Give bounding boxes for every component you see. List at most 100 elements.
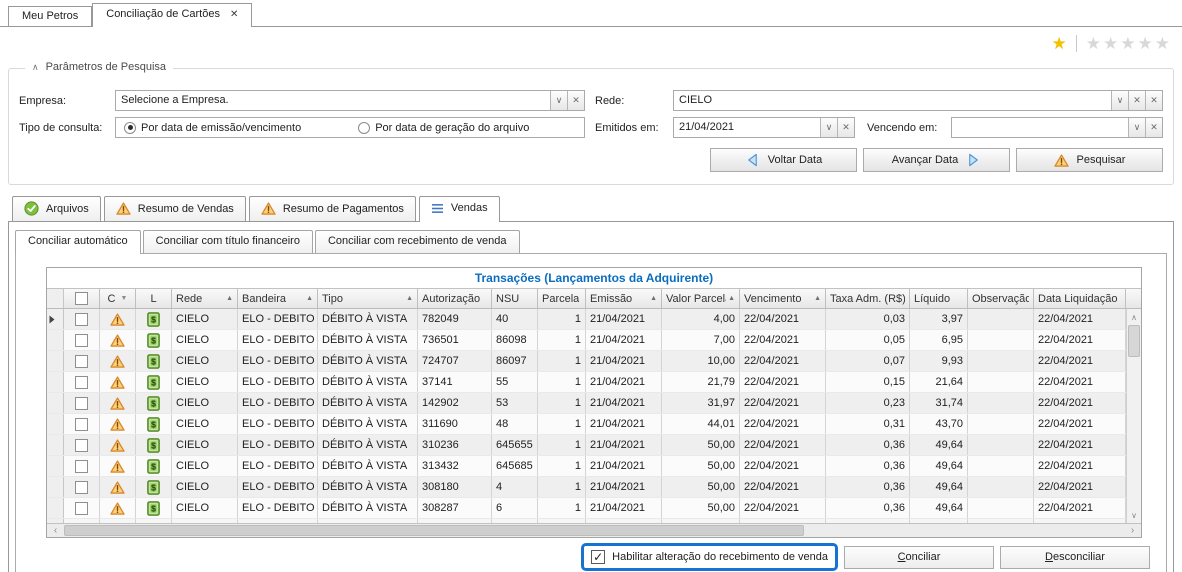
- dropdown-icon[interactable]: ∨: [1111, 91, 1128, 110]
- tab-arquivos[interactable]: Arquivos: [12, 196, 101, 221]
- column-header-autorizacao[interactable]: Autorização: [418, 289, 492, 308]
- cell-select[interactable]: [64, 309, 100, 329]
- cell-select[interactable]: [64, 456, 100, 476]
- row-checkbox[interactable]: [75, 460, 88, 473]
- cell-rede: CIELO: [172, 372, 238, 392]
- table-row[interactable]: $CIELOELO - DEBITODÉBITO À VISTA78204940…: [47, 309, 1126, 330]
- cell-select[interactable]: [64, 351, 100, 371]
- tab-conciliar-automatico[interactable]: Conciliar automático: [15, 230, 141, 254]
- cell-select[interactable]: [64, 498, 100, 518]
- vencendo-date-picker[interactable]: ∨ ✕: [951, 117, 1163, 138]
- table-row[interactable]: $CIELOELO - DEBITODÉBITO À VISTA14290253…: [47, 393, 1126, 414]
- column-header-parcela[interactable]: Parcela: [538, 289, 586, 308]
- rede-combo[interactable]: CIELO ∨ ✕ ✕: [673, 90, 1163, 111]
- hscroll-track[interactable]: [804, 524, 1124, 537]
- hscroll-thumb[interactable]: [64, 525, 804, 536]
- cell-select[interactable]: [64, 393, 100, 413]
- tab-resumo-pagamentos[interactable]: Resumo de Pagamentos: [249, 196, 416, 221]
- row-checkbox[interactable]: [75, 334, 88, 347]
- tab-resumo-vendas[interactable]: Resumo de Vendas: [104, 196, 246, 221]
- pesquisar-button[interactable]: Pesquisar: [1016, 148, 1163, 172]
- column-header-rede[interactable]: Rede▲: [172, 289, 238, 308]
- scroll-down-icon[interactable]: ∨: [1127, 507, 1141, 523]
- column-header-valor_parcela[interactable]: Valor Parcela▲: [662, 289, 740, 308]
- vscroll-track[interactable]: [1127, 357, 1141, 507]
- dropdown-icon[interactable]: ∨: [1128, 118, 1145, 137]
- emitidos-date-picker[interactable]: 21/04/2021 ∨ ✕: [673, 117, 855, 138]
- table-row[interactable]: $CIELOELO - DEBITODÉBITO À VISTA31343264…: [47, 456, 1126, 477]
- dropdown-icon[interactable]: ∨: [550, 91, 567, 110]
- desconciliar-button[interactable]: Desconciliar: [1000, 546, 1150, 569]
- cell-select[interactable]: [64, 330, 100, 350]
- column-header-observacao[interactable]: Observação: [968, 289, 1034, 308]
- column-header-vencimento[interactable]: Vencimento▲: [740, 289, 826, 308]
- column-header-emissao[interactable]: Emissão▲: [586, 289, 662, 308]
- row-checkbox[interactable]: [75, 481, 88, 494]
- table-row[interactable]: $CIELOELO - DEBITODÉBITO À VISTA30828761…: [47, 498, 1126, 519]
- scroll-left-icon[interactable]: ‹: [47, 524, 64, 537]
- row-checkbox[interactable]: [75, 439, 88, 452]
- radio-por-geracao[interactable]: Por data de geração do arquivo: [358, 122, 529, 134]
- scroll-up-icon[interactable]: ∧: [1127, 309, 1141, 325]
- row-checkbox[interactable]: [75, 376, 88, 389]
- voltar-data-button[interactable]: Voltar Data: [710, 148, 857, 172]
- tab-vendas[interactable]: Vendas: [419, 196, 500, 222]
- column-header-nsu[interactable]: NSU: [492, 289, 538, 308]
- radio-por-emissao[interactable]: Por data de emissão/vencimento: [124, 122, 301, 134]
- row-checkbox[interactable]: [75, 502, 88, 515]
- column-header-c[interactable]: C▼: [100, 289, 136, 308]
- table-row[interactable]: $CIELOELO - DEBITODÉBITO À VISTA31169048…: [47, 414, 1126, 435]
- tab-conciliar-recebimento-venda[interactable]: Conciliar com recebimento de venda: [315, 230, 520, 253]
- column-header-l[interactable]: L: [136, 289, 172, 308]
- rating-star-icon[interactable]: ★: [1120, 34, 1137, 54]
- row-checkbox[interactable]: [75, 313, 88, 326]
- column-header-taxa_adm[interactable]: Taxa Adm. (R$): [826, 289, 910, 308]
- cell-select[interactable]: [64, 414, 100, 434]
- close-icon[interactable]: ✕: [230, 9, 238, 20]
- filter-icon[interactable]: ▼: [121, 295, 128, 302]
- column-header-select[interactable]: [64, 289, 100, 308]
- horizontal-scrollbar[interactable]: ‹ ›: [47, 523, 1141, 537]
- clear-icon[interactable]: ✕: [1145, 118, 1162, 137]
- table-row[interactable]: $CIELOELO - DEBITODÉBITO À VISTA73650186…: [47, 330, 1126, 351]
- clear-icon[interactable]: ✕: [1128, 91, 1145, 110]
- row-checkbox[interactable]: [75, 418, 88, 431]
- cell-select[interactable]: [64, 372, 100, 392]
- avancar-data-button[interactable]: Avançar Data: [863, 148, 1010, 172]
- table-row[interactable]: $CIELOELO - DEBITODÉBITO À VISTA31023664…: [47, 435, 1126, 456]
- table-row[interactable]: $CIELOELO - DEBITODÉBITO À VISTA37141551…: [47, 372, 1126, 393]
- rating-star-icon[interactable]: ★: [1103, 34, 1120, 54]
- clear-icon[interactable]: ✕: [1145, 91, 1162, 110]
- column-header-data_liquidacao[interactable]: Data Liquidação: [1034, 289, 1126, 308]
- cell-select[interactable]: [64, 477, 100, 497]
- select-all-checkbox[interactable]: [75, 292, 88, 305]
- vscroll-thumb[interactable]: [1128, 325, 1140, 357]
- rating-star-icon[interactable]: ★: [1155, 34, 1172, 54]
- row-checkbox[interactable]: [75, 355, 88, 368]
- cell-select[interactable]: [64, 435, 100, 455]
- row-checkbox[interactable]: [75, 397, 88, 410]
- radio-selected-icon[interactable]: [124, 122, 136, 134]
- empresa-combo[interactable]: Selecione a Empresa. ∨ ✕: [115, 90, 585, 111]
- tab-meu-petros[interactable]: Meu Petros: [8, 6, 92, 26]
- column-header-tipo[interactable]: Tipo▲: [318, 289, 418, 308]
- clear-icon[interactable]: ✕: [837, 118, 854, 137]
- dropdown-icon[interactable]: ∨: [820, 118, 837, 137]
- vertical-scrollbar[interactable]: ∧ ∨: [1126, 309, 1141, 523]
- tab-conciliar-titulo-financeiro[interactable]: Conciliar com título financeiro: [143, 230, 313, 253]
- tab-conciliacao-cartoes[interactable]: Conciliação de Cartões ✕: [92, 3, 252, 27]
- rating-star-icon[interactable]: ★: [1086, 34, 1103, 54]
- table-row[interactable]: $CIELOELO - DEBITODÉBITO À VISTA30818041…: [47, 477, 1126, 498]
- column-header-bandeira[interactable]: Bandeira▲: [238, 289, 318, 308]
- scroll-right-icon[interactable]: ›: [1124, 524, 1141, 537]
- column-header-liquido[interactable]: Líquido: [910, 289, 968, 308]
- clear-icon[interactable]: ✕: [567, 91, 584, 110]
- rating-star-icon[interactable]: ★: [1138, 34, 1155, 54]
- button-label: Voltar Data: [768, 154, 822, 166]
- favorite-star-icon[interactable]: ★: [1052, 34, 1069, 54]
- collapse-icon[interactable]: ∧: [32, 62, 39, 73]
- table-row[interactable]: $CIELOELO - DEBITODÉBITO À VISTA72470786…: [47, 351, 1126, 372]
- habilitar-alteracao-checkbox[interactable]: ✓: [591, 550, 605, 564]
- radio-unselected-icon[interactable]: [358, 122, 370, 134]
- conciliar-button[interactable]: Conciliar: [844, 546, 994, 569]
